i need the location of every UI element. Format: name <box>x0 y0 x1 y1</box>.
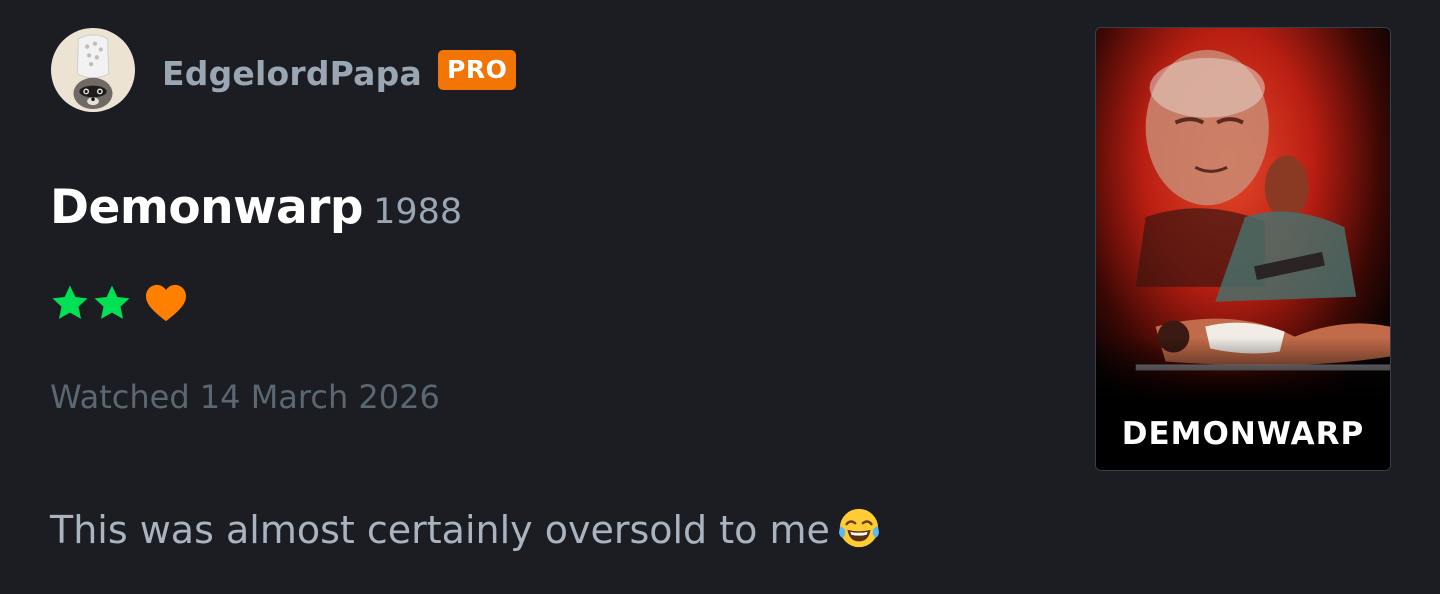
film-title-link[interactable]: Demonwarp <box>50 180 364 235</box>
raccoon-crocs-avatar-icon <box>52 29 134 111</box>
poster-title: DEMONWARP <box>1121 416 1365 452</box>
poster-artwork <box>1096 28 1390 470</box>
star-icon <box>50 283 90 323</box>
tears-of-joy-emoji-icon <box>836 505 882 551</box>
username-link[interactable]: EdgelordPapa <box>162 52 422 96</box>
pro-badge: PRO <box>438 50 517 90</box>
film-poster[interactable]: DEMONWARP <box>1095 27 1391 471</box>
review-body: This was almost certainly oversold to me <box>50 504 882 556</box>
film-heading: Demonwarp 1988 <box>50 178 462 248</box>
watched-date: Watched 14 March 2026 <box>50 378 440 416</box>
star-icon <box>92 283 132 323</box>
heart-icon <box>144 283 188 323</box>
review-text: This was almost certainly oversold to me <box>50 508 830 552</box>
rating <box>50 282 188 324</box>
user-avatar[interactable] <box>51 28 135 112</box>
film-year-link[interactable]: 1988 <box>373 192 462 232</box>
review-card: EdgelordPapa PRO Demonwarp 1988 Watched 1… <box>0 0 1440 594</box>
